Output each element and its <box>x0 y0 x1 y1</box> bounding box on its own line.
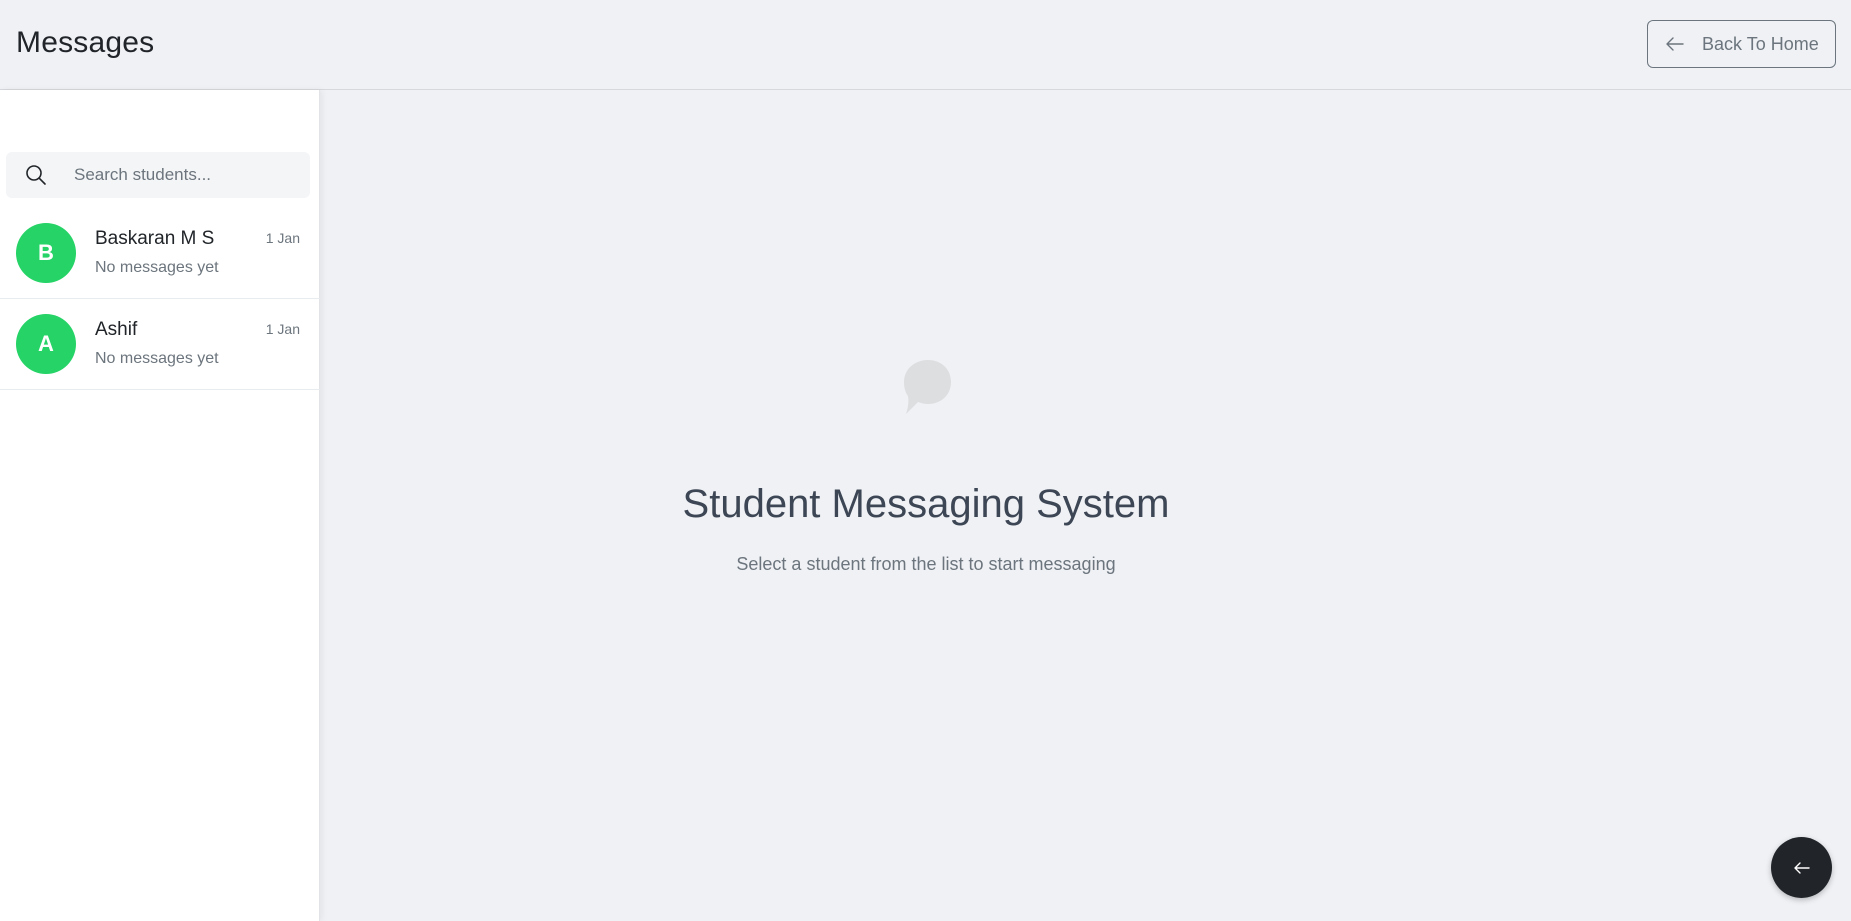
student-name: Baskaran M S <box>95 228 215 249</box>
back-to-home-button[interactable]: Back To Home <box>1647 20 1836 68</box>
empty-state: Student Messaging System Select a studen… <box>320 90 1851 921</box>
search-box <box>6 152 310 198</box>
floating-back-button[interactable] <box>1771 837 1832 898</box>
chat-bubble-icon <box>904 360 951 414</box>
empty-state-title: Student Messaging System <box>682 482 1170 526</box>
student-list: B Baskaran M S No messages yet 1 Jan A A… <box>0 208 320 390</box>
search-icon <box>26 165 46 185</box>
message-preview: No messages yet <box>95 259 219 276</box>
student-name: Ashif <box>95 319 138 340</box>
list-item[interactable]: B Baskaran M S No messages yet 1 Jan <box>0 208 320 299</box>
message-preview: No messages yet <box>95 350 219 367</box>
avatar: A <box>16 314 76 374</box>
empty-state-subtitle: Select a student from the list to start … <box>736 554 1116 574</box>
page-title: Messages <box>16 26 155 59</box>
student-sidebar: B Baskaran M S No messages yet 1 Jan A A… <box>0 90 320 921</box>
message-date: 1 Jan <box>265 321 300 337</box>
message-date: 1 Jan <box>265 230 300 246</box>
arrow-left-icon <box>1666 37 1684 51</box>
back-to-home-label: Back To Home <box>1702 33 1819 54</box>
top-header: Messages Back To Home <box>0 0 1851 90</box>
search-input[interactable] <box>72 164 292 186</box>
avatar: B <box>16 223 76 283</box>
list-item[interactable]: A Ashif No messages yet 1 Jan <box>0 299 320 390</box>
arrow-left-icon <box>1793 861 1810 874</box>
